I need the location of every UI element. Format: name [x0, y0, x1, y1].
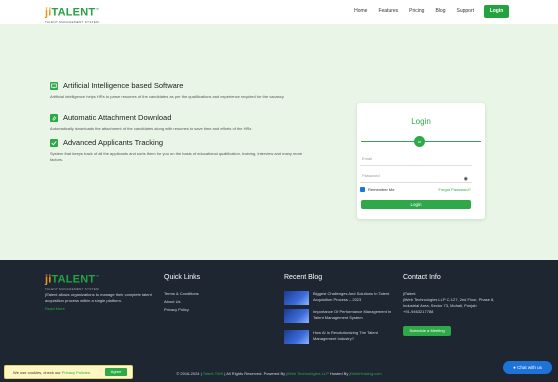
brand-logo[interactable]: jiTALENT™ TALENT MANAGEMENT SYSTEM	[45, 4, 100, 24]
footer: jiTALENT™ TALENT MANAGEMENT SYSTEM jiTal…	[0, 260, 558, 382]
logo-main: TALENT	[51, 273, 96, 286]
menu-item-support[interactable]: Support	[456, 8, 474, 14]
schedule-meeting-button[interactable]: Schedule a Meeting	[403, 326, 451, 336]
link-about[interactable]: About Us	[164, 299, 199, 304]
blog-title[interactable]: How AI Is Revolutionizing The Talent Man…	[313, 330, 394, 344]
link-terms[interactable]: Terms & Conditions	[164, 291, 199, 296]
login-card: Login or Email Password ◉ Remember Me Fo…	[357, 103, 485, 219]
top-navbar: jiTALENT™ TALENT MANAGEMENT SYSTEM Home …	[0, 0, 558, 24]
blog-title[interactable]: Biggest Challenges And Solutions In Tale…	[313, 291, 394, 305]
read-more-link[interactable]: Read More	[45, 306, 65, 311]
email-field[interactable]: Email	[360, 153, 472, 166]
privacy-policy-link[interactable]: Privacy Policies.	[62, 370, 91, 375]
feature-desc: System that keeps track of all the appli…	[50, 151, 303, 162]
blog-title[interactable]: Importance Of Performance Management In …	[313, 309, 394, 323]
monitor-icon	[50, 81, 58, 90]
contact-phone[interactable]: +91-9463217788	[403, 309, 513, 315]
copyright-mid: | All Rights Reserved. Powered By	[224, 371, 286, 376]
feature-ai: Artificial Intelligence based Software A…	[50, 81, 320, 100]
logo-main: TALENT	[51, 6, 96, 19]
quick-links: Terms & Conditions About Us Privacy Poli…	[164, 291, 199, 315]
menu-item-home[interactable]: Home	[354, 8, 367, 14]
chat-icon: ●	[513, 365, 516, 370]
footer-logo[interactable]: jiTALENT™ TALENT MANAGEMENT SYSTEM	[45, 271, 100, 291]
login-title: Login	[411, 117, 431, 126]
footer-about: jiTalent allows organizations to manage …	[45, 292, 152, 303]
feature-attachment: Automatic Attachment Download Automatica…	[50, 113, 320, 132]
feature-desc: Artificial intelligence helps HRs to par…	[50, 94, 284, 99]
password-placeholder: Password	[362, 173, 380, 178]
recent-blog-title: Recent Blog	[284, 274, 323, 281]
hosted-by-text: Hosted By	[329, 371, 349, 376]
nav-login-button[interactable]: Login	[484, 5, 509, 18]
blog-item[interactable]: How AI Is Revolutionizing The Talent Man…	[284, 330, 394, 344]
copyright-prefix: © 2016-2024 |	[176, 371, 202, 376]
blog-thumbnail	[284, 330, 309, 344]
feature-title: Advanced Applicants Tracking	[63, 138, 164, 147]
password-field[interactable]: Password ◉	[360, 170, 472, 183]
contact-info: jiTalent jiWeb Technologies LLP C-127, 2…	[403, 291, 513, 315]
blog-thumbnail	[284, 309, 309, 323]
blog-thumbnail	[284, 291, 309, 305]
main-menu: Home Features Pricing Blog Support	[354, 8, 474, 14]
chat-label: Chat with us	[517, 365, 542, 370]
copyright-brand-link[interactable]: Talent-TMS	[203, 371, 223, 376]
feature-title: Artificial Intelligence based Software	[63, 81, 184, 90]
feature-title: Automatic Attachment Download	[63, 113, 172, 122]
login-button[interactable]: Login	[361, 200, 471, 209]
feature-tracking: Advanced Applicants Tracking System that…	[50, 138, 320, 163]
hosted-by-link[interactable]: jiWebHosting.com	[349, 371, 381, 376]
logo-tm: ™	[95, 274, 100, 279]
logo-tagline: TALENT MANAGEMENT SYSTEM	[45, 286, 99, 291]
check-icon	[50, 138, 58, 147]
remember-label: Remember Me	[368, 187, 395, 192]
menu-item-pricing[interactable]: Pricing	[409, 8, 424, 14]
or-badge: or	[414, 136, 425, 147]
cookie-agree-button[interactable]: Agree	[105, 368, 127, 376]
link-privacy[interactable]: Privacy Policy	[164, 307, 199, 312]
paperclip-icon	[50, 113, 58, 122]
logo-tm: ™	[95, 7, 100, 12]
contact-info-title: Contact Info	[403, 274, 441, 281]
menu-item-blog[interactable]: Blog	[435, 8, 445, 14]
feature-desc: Automatically downloads the attachment o…	[50, 126, 252, 131]
remember-me[interactable]: Remember Me	[360, 187, 394, 192]
remember-checkbox[interactable]	[360, 187, 365, 192]
cookie-text: We use cookies, check our	[13, 370, 61, 375]
blog-item[interactable]: Biggest Challenges And Solutions In Tale…	[284, 291, 394, 305]
powered-by-link[interactable]: jiWeb Technologies LLP	[286, 371, 328, 376]
quick-links-title: Quick Links	[164, 274, 201, 281]
hero-section: Artificial Intelligence based Software A…	[0, 24, 558, 260]
forgot-password-link[interactable]: Forgot Password?	[439, 187, 471, 192]
blog-item[interactable]: Importance Of Performance Management In …	[284, 309, 394, 323]
eye-icon[interactable]: ◉	[464, 173, 468, 185]
cookie-banner: We use cookies, check our Privacy Polici…	[4, 365, 133, 379]
chat-button[interactable]: ● Chat with us	[503, 361, 552, 374]
menu-item-features[interactable]: Features	[378, 8, 398, 14]
